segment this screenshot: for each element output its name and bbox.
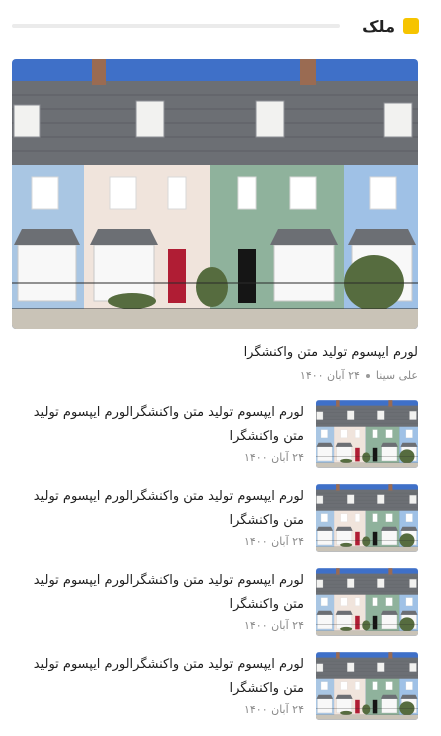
news-title[interactable]: لورم ایپسوم تولید متن واکنشگرالورم ایپسو… — [26, 485, 304, 533]
news-body: لورم ایپسوم تولید متن واکنشگرالورم ایپسو… — [12, 400, 316, 468]
featured-date: ۲۴ آبان ۱۴۰۰ — [299, 369, 360, 382]
news-body: لورم ایپسوم تولید متن واکنشگرالورم ایپسو… — [12, 484, 316, 552]
news-body: لورم ایپسوم تولید متن واکنشگرالورم ایپسو… — [12, 568, 316, 636]
news-thumbnail[interactable] — [316, 652, 418, 720]
section-divider — [12, 24, 341, 28]
featured-meta: علی سینا ۲۴ آبان ۱۴۰۰ — [12, 369, 418, 382]
list-item[interactable]: لورم ایپسوم تولید متن واکنشگرالورم ایپسو… — [12, 652, 418, 720]
section-badge — [403, 18, 419, 34]
meta-separator — [365, 373, 370, 378]
news-date: ۲۴ آبان ۱۴۰۰ — [243, 703, 304, 716]
news-thumbnail[interactable] — [316, 568, 418, 636]
featured-image[interactable] — [12, 59, 418, 329]
section-header: ملک — [12, 14, 419, 38]
news-date: ۲۴ آبان ۱۴۰۰ — [243, 451, 304, 464]
news-title[interactable]: لورم ایپسوم تولید متن واکنشگرالورم ایپسو… — [26, 569, 304, 617]
list-item[interactable]: لورم ایپسوم تولید متن واکنشگرالورم ایپسو… — [12, 484, 418, 552]
featured-author[interactable]: علی سینا — [376, 369, 418, 382]
news-thumbnail[interactable] — [316, 400, 418, 468]
news-date: ۲۴ آبان ۱۴۰۰ — [243, 535, 304, 548]
list-item[interactable]: لورم ایپسوم تولید متن واکنشگرالورم ایپسو… — [12, 568, 418, 636]
news-list: لورم ایپسوم تولید متن واکنشگرالورم ایپسو… — [12, 400, 418, 736]
list-item[interactable]: لورم ایپسوم تولید متن واکنشگرالورم ایپسو… — [12, 400, 418, 468]
section-title[interactable]: ملک — [362, 17, 395, 36]
news-date: ۲۴ آبان ۱۴۰۰ — [243, 619, 304, 632]
news-title[interactable]: لورم ایپسوم تولید متن واکنشگرالورم ایپسو… — [26, 653, 304, 701]
featured-title[interactable]: لورم ایپسوم تولید متن واکنشگرا — [12, 343, 418, 363]
featured-article[interactable]: لورم ایپسوم تولید متن واکنشگرا علی سینا … — [12, 59, 418, 382]
news-thumbnail[interactable] — [316, 484, 418, 552]
news-body: لورم ایپسوم تولید متن واکنشگرالورم ایپسو… — [12, 652, 316, 720]
news-title[interactable]: لورم ایپسوم تولید متن واکنشگرالورم ایپسو… — [26, 401, 304, 449]
